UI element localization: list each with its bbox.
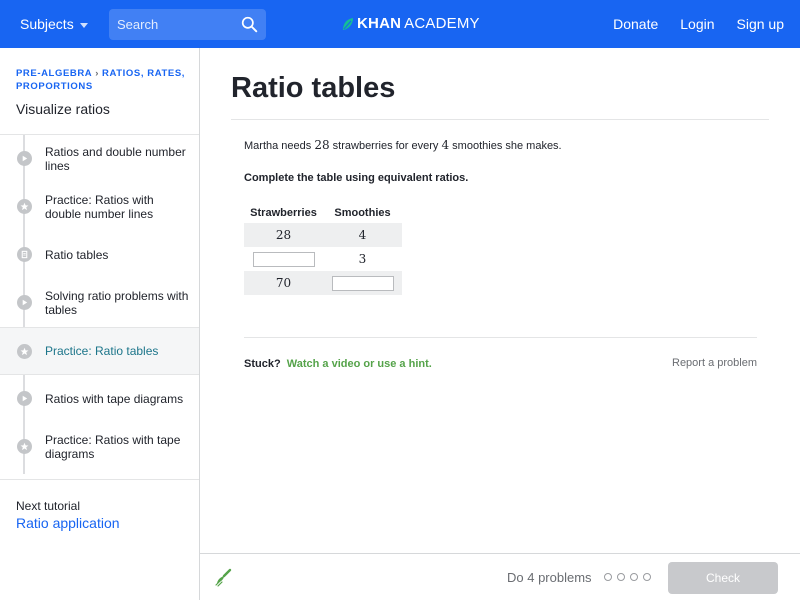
sidebar-item-label: Practice: Ratios with tape diagrams bbox=[45, 433, 181, 461]
play-icon bbox=[17, 295, 32, 310]
problem-number-strawberries: 28 bbox=[314, 138, 330, 152]
exercise-footer: Do 4 problems Check bbox=[200, 553, 800, 600]
problem-text-post: smoothies she makes. bbox=[449, 140, 562, 152]
problem-count-label: Do 4 problems bbox=[507, 570, 592, 585]
table-cell: 3 bbox=[358, 252, 367, 266]
table-cell bbox=[244, 247, 323, 271]
next-tutorial-label: Next tutorial bbox=[16, 499, 81, 513]
column-header-smoothies: Smoothies bbox=[334, 207, 391, 219]
progress-dot bbox=[604, 573, 612, 581]
logo-text-light: ACADEMY bbox=[404, 15, 480, 32]
progress-dots bbox=[604, 573, 651, 581]
chevron-right-icon: › bbox=[95, 68, 100, 79]
progress-dot bbox=[643, 573, 651, 581]
answer-input-smoothies[interactable] bbox=[331, 275, 394, 291]
report-problem-link[interactable]: Report a problem bbox=[672, 357, 757, 369]
hint-divider bbox=[244, 337, 757, 338]
title-divider bbox=[231, 119, 769, 120]
star-icon bbox=[17, 199, 32, 214]
problem-statement: Martha needs 28 strawberries for every 4… bbox=[244, 138, 562, 152]
search-input[interactable] bbox=[109, 17, 229, 32]
leaf-logo-icon bbox=[343, 17, 353, 30]
sidebar-item-ratios-tape-diagrams[interactable]: Ratios with tape diagrams bbox=[0, 375, 199, 423]
subjects-label: Subjects bbox=[20, 16, 74, 32]
exercise-area: Ratio tables Martha needs 28 strawberrie… bbox=[200, 48, 800, 553]
table-cell: 4 bbox=[323, 223, 402, 247]
star-icon bbox=[17, 344, 32, 359]
breadcrumb: Pre-algebra › Ratios, rates, proportions bbox=[16, 67, 191, 93]
khan-academy-logo[interactable]: KHAN ACADEMY bbox=[342, 15, 480, 32]
scratchpad-icon[interactable] bbox=[213, 567, 233, 587]
table-cell: 70 bbox=[244, 271, 323, 295]
problem-text-mid: strawberries for every bbox=[329, 140, 442, 152]
sidebar-item-solving-ratio-problems[interactable]: Solving ratio problems with tables bbox=[0, 279, 199, 327]
breadcrumb-pre-algebra[interactable]: Pre-algebra bbox=[16, 68, 92, 79]
sidebar-item-label: Practice: Ratio tables bbox=[45, 344, 159, 358]
sidebar-item-practice-tape-diagrams[interactable]: Practice: Ratios with tape diagrams bbox=[0, 423, 199, 471]
table-cell: 28 bbox=[244, 223, 323, 247]
sidebar-item-label: Ratios and double number lines bbox=[45, 145, 186, 173]
problem-number-smoothies: 4 bbox=[441, 138, 450, 152]
sidebar-item-practice-double-number-lines[interactable]: Practice: Ratios with double number line… bbox=[0, 183, 199, 231]
donate-link[interactable]: Donate bbox=[613, 16, 658, 32]
table-cell bbox=[323, 271, 402, 295]
table-header-row: Strawberries Smoothies bbox=[244, 207, 402, 223]
unit-title: Visualize ratios bbox=[16, 101, 110, 117]
tutorial-sidebar: Pre-algebra › Ratios, rates, proportions V… bbox=[0, 48, 200, 600]
sidebar-item-ratio-tables[interactable]: Ratio tables bbox=[0, 231, 199, 279]
stuck-prompt: Stuck? Watch a video or use a hint. bbox=[244, 358, 432, 370]
hint-link[interactable]: Watch a video or use a hint. bbox=[287, 358, 432, 370]
sidebar-item-label: Solving ratio problems with tables bbox=[45, 289, 189, 317]
signup-link[interactable]: Sign up bbox=[737, 16, 784, 32]
login-link[interactable]: Login bbox=[680, 16, 714, 32]
star-icon bbox=[17, 439, 32, 454]
table-row: 3 bbox=[244, 247, 402, 271]
nav-links: Donate Login Sign up bbox=[613, 16, 784, 32]
play-icon bbox=[17, 151, 32, 166]
instruction-text: Complete the table using equivalent rati… bbox=[244, 172, 469, 184]
tutorial-steps: Ratios and double number lines Practice:… bbox=[0, 134, 199, 471]
sidebar-item-practice-ratio-tables[interactable]: Practice: Ratio tables bbox=[0, 327, 199, 375]
column-header-strawberries: Strawberries bbox=[250, 207, 317, 219]
logo-text-bold: KHAN bbox=[357, 15, 402, 32]
article-icon bbox=[17, 247, 32, 262]
ratio-table: Strawberries Smoothies 28 4 3 70 bbox=[244, 207, 402, 295]
top-nav-bar: Subjects KHANACADEMY Donate Login Sign u… bbox=[0, 0, 800, 48]
check-button[interactable]: Check bbox=[668, 562, 778, 594]
chevron-down-icon bbox=[79, 22, 88, 28]
progress-dot bbox=[617, 573, 625, 581]
sidebar-item-label: Ratio tables bbox=[45, 248, 109, 262]
table-row: 70 bbox=[244, 271, 402, 295]
subjects-menu[interactable]: Subjects bbox=[20, 16, 88, 32]
sidebar-divider bbox=[0, 479, 199, 480]
sidebar-item-label: Ratios with tape diagrams bbox=[45, 392, 184, 406]
search-box[interactable] bbox=[109, 9, 266, 40]
stuck-label: Stuck? bbox=[244, 358, 281, 370]
table-row: 28 4 bbox=[244, 223, 402, 247]
problem-text-pre: Martha needs bbox=[244, 140, 315, 152]
answer-input-strawberries[interactable] bbox=[252, 251, 315, 267]
sidebar-item-label: Practice: Ratios with double number line… bbox=[45, 193, 154, 221]
play-icon bbox=[17, 391, 32, 406]
sidebar-item-ratios-double-number-lines[interactable]: Ratios and double number lines bbox=[0, 135, 199, 183]
search-icon[interactable] bbox=[241, 16, 258, 33]
page-title: Ratio tables bbox=[231, 72, 396, 104]
progress-dot bbox=[630, 573, 638, 581]
next-tutorial-link[interactable]: Ratio application bbox=[16, 515, 120, 531]
